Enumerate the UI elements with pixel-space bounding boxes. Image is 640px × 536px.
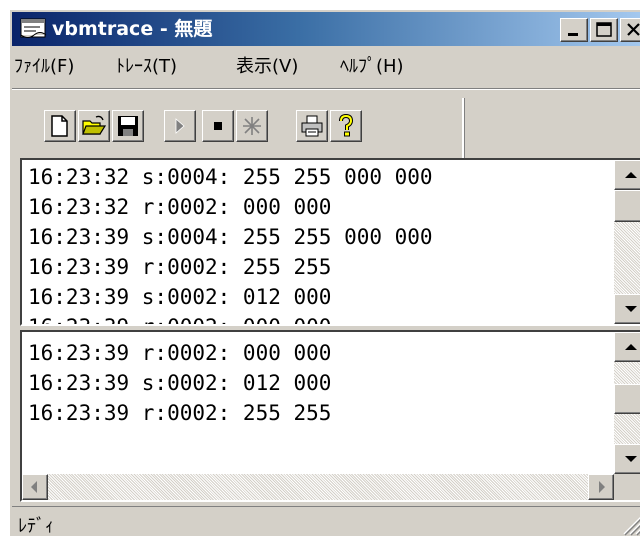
close-icon <box>627 23 640 36</box>
menu-trace[interactable]: ﾄﾚｰｽ(T) <box>116 56 177 78</box>
app-icon <box>20 18 47 38</box>
help-icon <box>339 114 354 137</box>
menu-help[interactable]: ﾍﾙﾌﾟ(H) <box>340 56 404 78</box>
main-window: vbmtrace - 無題 ﾌｧｲﾙ(F) ﾄﾚｰｽ(T) 表示(V) ﾍﾙﾌﾟ… <box>8 8 640 536</box>
title-bar[interactable]: vbmtrace - 無題 <box>12 12 640 46</box>
minimize-button[interactable] <box>560 18 588 42</box>
arrow-right-icon <box>599 481 605 493</box>
scroll-up-button[interactable] <box>614 160 640 190</box>
help-button[interactable] <box>330 110 362 142</box>
start-trace-button[interactable] <box>164 110 196 142</box>
trace-line: 16:23:39 r:0002: 000 000 <box>28 341 332 365</box>
status-bar: ﾚﾃﾞｨ <box>12 506 640 536</box>
vertical-scrollbar-top[interactable] <box>614 160 640 324</box>
scroll-down-button[interactable] <box>614 444 640 474</box>
print-icon <box>301 115 323 137</box>
trace-lines-top: 16:23:32 s:0004: 255 255 000 000 16:23:3… <box>28 162 433 324</box>
save-icon <box>118 116 138 136</box>
open-folder-icon <box>82 115 106 135</box>
scroll-right-button[interactable] <box>588 474 614 500</box>
trace-line: 16:23:39 s:0004: 255 255 000 000 <box>28 225 433 249</box>
play-icon <box>175 118 185 134</box>
scroll-thumb[interactable] <box>614 190 640 222</box>
new-button[interactable] <box>44 110 76 142</box>
trace-line: 16:23:39 r:0002: 255 255 <box>28 255 332 279</box>
trace-pane-top[interactable]: 16:23:32 s:0004: 255 255 000 000 16:23:3… <box>20 158 640 326</box>
arrow-up-icon <box>625 344 637 350</box>
vertical-scrollbar-bottom[interactable] <box>614 332 640 474</box>
save-button[interactable] <box>112 110 144 142</box>
arrow-up-icon <box>625 172 637 178</box>
scroll-thumb[interactable] <box>614 384 640 414</box>
toolbar <box>24 98 464 160</box>
toolbar-separator <box>12 88 640 90</box>
print-button[interactable] <box>296 110 328 142</box>
trace-line: 16:23:39 s:0002: 012 000 <box>28 371 332 395</box>
menu-bar: ﾌｧｲﾙ(F) ﾄﾚｰｽ(T) 表示(V) ﾍﾙﾌﾟ(H) <box>12 50 640 84</box>
minimize-icon <box>568 33 578 36</box>
trace-line: 16:23:32 s:0004: 255 255 000 000 <box>28 165 433 189</box>
scroll-down-button[interactable] <box>614 294 640 324</box>
arrow-left-icon <box>31 481 37 493</box>
scroll-up-button[interactable] <box>614 332 640 362</box>
open-button[interactable] <box>78 110 110 142</box>
horizontal-scrollbar[interactable] <box>22 474 614 500</box>
trace-lines-bottom: 16:23:39 r:0002: 000 000 16:23:39 s:0002… <box>28 338 331 428</box>
clear-button[interactable] <box>236 110 268 142</box>
new-file-icon <box>51 115 68 137</box>
clear-icon <box>243 117 261 135</box>
window-title: vbmtrace - 無題 <box>52 18 213 40</box>
arrow-down-icon <box>625 306 637 312</box>
trace-line: 16:23:39 r:0002: 000 000 <box>28 312 433 324</box>
trace-line: 16:23:32 r:0002: 000 000 <box>28 195 332 219</box>
scrollbar-corner <box>614 474 640 500</box>
scroll-left-button[interactable] <box>22 474 48 500</box>
trace-pane-bottom[interactable]: 16:23:39 r:0002: 000 000 16:23:39 s:0002… <box>20 330 640 502</box>
close-button[interactable] <box>620 18 640 42</box>
stop-trace-button[interactable] <box>202 110 234 142</box>
menu-view[interactable]: 表示(V) <box>236 56 298 78</box>
status-text: ﾚﾃﾞｨ <box>18 516 54 536</box>
arrow-down-icon <box>625 456 637 462</box>
resize-grip-icon[interactable] <box>620 512 640 536</box>
trace-line: 16:23:39 r:0002: 255 255 <box>28 401 332 425</box>
menu-file[interactable]: ﾌｧｲﾙ(F) <box>14 56 74 78</box>
stop-icon <box>214 122 222 130</box>
trace-line: 16:23:39 s:0002: 012 000 <box>28 285 332 309</box>
maximize-icon <box>596 22 612 37</box>
maximize-button[interactable] <box>590 18 618 42</box>
